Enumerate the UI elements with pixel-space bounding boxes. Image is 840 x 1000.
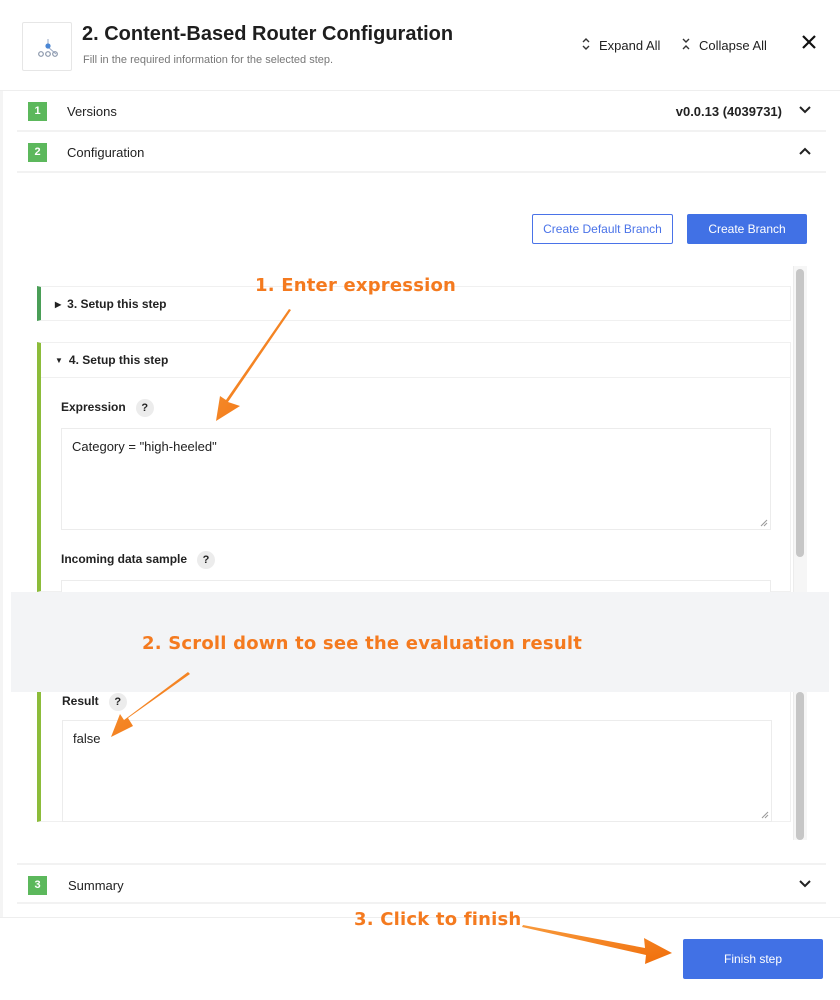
chevron-up-icon[interactable] (798, 144, 812, 158)
close-button[interactable] (800, 33, 818, 55)
step-header[interactable]: ▶ 3. Setup this step (55, 297, 167, 311)
chevrons-collapse-icon (679, 37, 693, 54)
step-number-badge: 3 (28, 876, 47, 895)
annotation-scroll-down: 2. Scroll down to see the evaluation res… (142, 633, 583, 654)
finish-step-button[interactable]: Finish step (683, 939, 823, 979)
help-icon[interactable]: ? (197, 551, 216, 569)
step-number-badge: 1 (28, 102, 47, 121)
step-card-4-result-section: Result? false (37, 692, 791, 822)
arrow-3-icon (522, 925, 672, 964)
step-header[interactable]: ▼ 4. Setup this step (55, 353, 168, 367)
step-title: 3. Setup this step (67, 297, 167, 311)
accordion-configuration[interactable]: 2 Configuration (17, 132, 826, 173)
scrollbar-thumb[interactable] (796, 269, 804, 557)
create-branch-button[interactable]: Create Branch (687, 214, 807, 244)
accordion-label: Versions (67, 104, 117, 119)
dialog-header: 2. Content-Based Router Configuration Fi… (0, 0, 840, 91)
chevron-down-icon[interactable] (798, 877, 812, 891)
chevron-down-icon[interactable] (798, 103, 812, 117)
close-icon (802, 35, 816, 49)
expand-all-label: Expand All (599, 38, 661, 53)
resize-handle-icon[interactable] (761, 811, 769, 819)
version-value: v0.0.13 (4039731) (675, 104, 782, 119)
expression-input[interactable]: Category = "high-heeled" (61, 428, 771, 530)
page-subtitle: Fill in the required information for the… (83, 54, 334, 66)
annotation-click-finish: 3. Click to finish (354, 909, 522, 930)
annotation-enter-expression: 1. Enter expression (255, 275, 457, 296)
result-output[interactable]: false (62, 720, 772, 822)
expand-all-button[interactable]: Expand All (579, 37, 660, 54)
caret-right-icon: ▶ (55, 299, 62, 309)
help-icon[interactable]: ? (135, 399, 154, 417)
step-card-4: ▼ 4. Setup this step Expression? Categor… (37, 342, 791, 610)
left-edge (0, 91, 3, 918)
resize-handle-icon[interactable] (760, 519, 768, 527)
expression-label: Expression? (61, 399, 154, 417)
accordion-label: Configuration (67, 145, 145, 160)
incoming-data-sample-label: Incoming data sample? (61, 551, 216, 569)
collapse-all-label: Collapse All (699, 38, 767, 53)
accordion-summary[interactable]: 3 Summary (17, 863, 826, 904)
scrollbar-thumb-lower[interactable] (796, 692, 804, 840)
collapse-all-button[interactable]: Collapse All (679, 37, 767, 54)
chevrons-expand-icon (579, 37, 593, 54)
caret-down-icon: ▼ (55, 355, 63, 365)
accordion-versions[interactable]: 1 Versions v0.0.13 (4039731) (17, 91, 826, 132)
page-title: 2. Content-Based Router Configuration (82, 23, 454, 45)
step-number-badge: 2 (28, 143, 47, 162)
step-title: 4. Setup this step (68, 353, 169, 367)
result-label: Result? (62, 693, 127, 711)
accordion-label: Summary (68, 878, 124, 893)
create-default-branch-button[interactable]: Create Default Branch (532, 214, 673, 244)
router-node-icon (22, 22, 72, 71)
help-icon[interactable]: ? (108, 693, 127, 711)
